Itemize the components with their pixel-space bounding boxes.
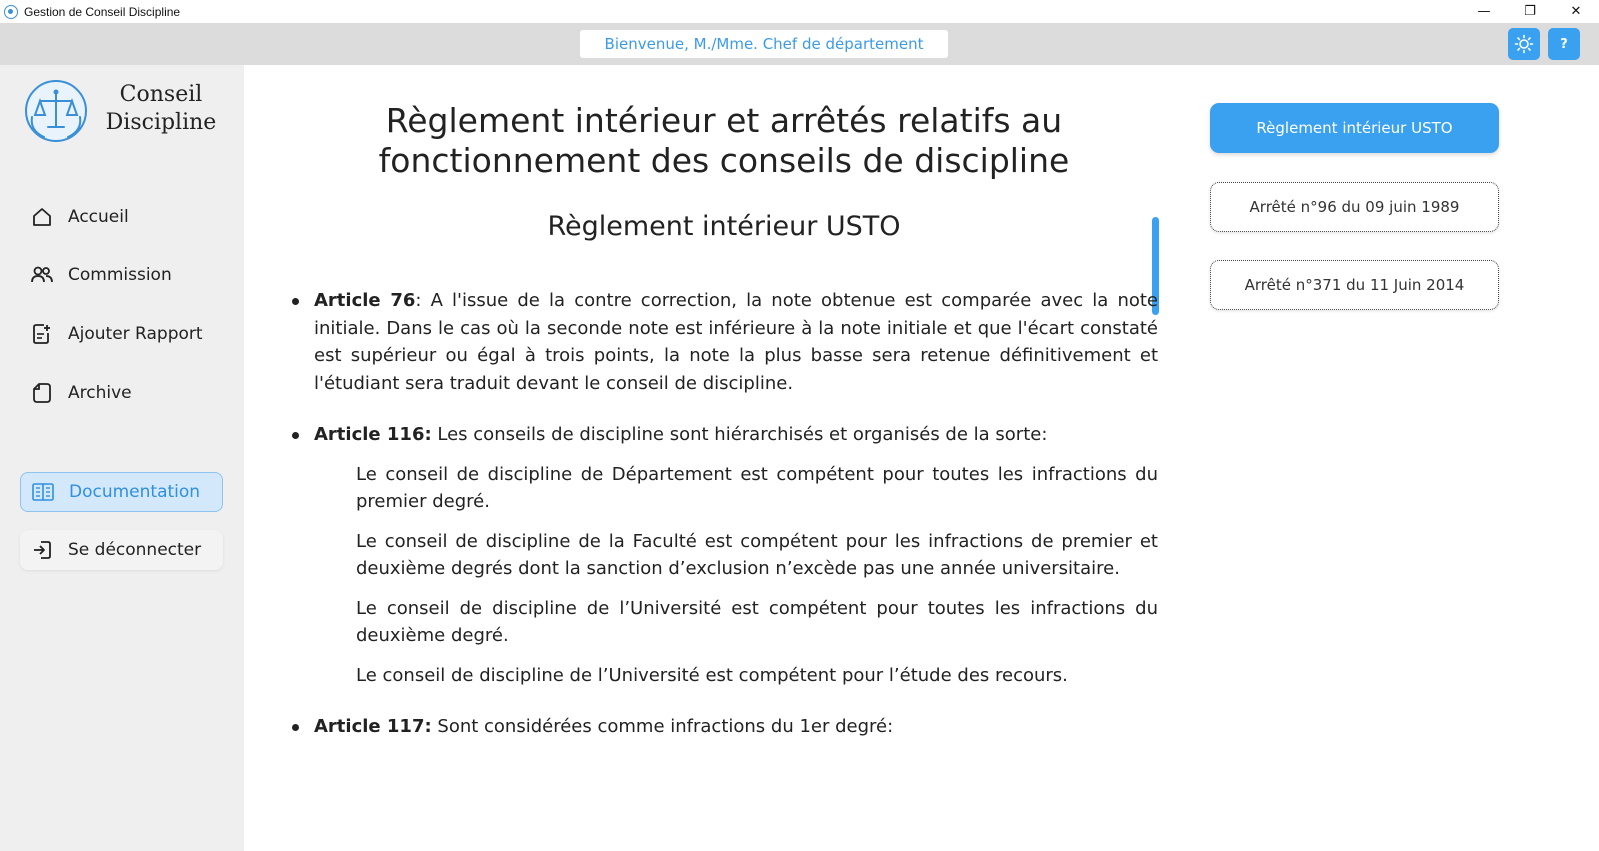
article-name: Article 117: xyxy=(314,716,432,737)
logout-icon xyxy=(30,538,54,562)
article-item: Article 117: Sont considérées comme infr… xyxy=(288,713,1158,741)
minimize-button[interactable]: — xyxy=(1461,0,1507,23)
sidebar: Conseil Discipline Accueil Commission Aj… xyxy=(0,65,244,851)
archive-icon xyxy=(30,381,54,405)
sidebar-item-label: Commission xyxy=(68,265,172,285)
add-report-icon xyxy=(30,322,54,346)
sidebar-item-accueil[interactable]: Accueil xyxy=(20,197,223,237)
theme-toggle-button[interactable] xyxy=(1508,28,1540,60)
logo-text: Conseil Discipline xyxy=(96,81,226,137)
article-text: : A l'issue de la contre correction, la … xyxy=(314,290,1158,394)
sidebar-item-label: Documentation xyxy=(69,482,201,502)
article-text: Les conseils de discipline sont hiérarch… xyxy=(431,424,1048,445)
article-subsection: Le conseil de discipline de Département … xyxy=(314,461,1158,690)
sun-icon xyxy=(1514,34,1534,54)
sidebar-item-label: Archive xyxy=(68,383,132,403)
article-paragraph: Le conseil de discipline de l’Université… xyxy=(356,664,1068,686)
sidebar-item-label: Ajouter Rapport xyxy=(68,324,203,344)
window-titlebar: Gestion de Conseil Discipline — ❐ ✕ xyxy=(0,0,1599,23)
logout-button[interactable]: Se déconnecter xyxy=(20,530,223,570)
sidebar-item-label: Accueil xyxy=(68,207,129,227)
sidebar-item-archive[interactable]: Archive xyxy=(20,373,223,413)
article-paragraph: Le conseil de discipline de Département … xyxy=(356,463,1158,513)
logo-line-2: Discipline xyxy=(105,110,217,135)
scales-of-justice-logo xyxy=(25,80,87,142)
document-title: Règlement intérieur USTO xyxy=(547,211,901,242)
document-button-arrete-96[interactable]: Arrêté n°96 du 09 juin 1989 xyxy=(1210,182,1499,232)
window-controls: — ❐ ✕ xyxy=(1461,0,1599,23)
home-icon xyxy=(30,205,54,229)
article-item: Article 76: A l'issue de la contre corre… xyxy=(288,287,1158,397)
logo-line-1: Conseil xyxy=(119,82,203,107)
sidebar-item-ajouter-rapport[interactable]: Ajouter Rapport xyxy=(20,314,223,354)
page-title-line-2: fonctionnement des conseils de disciplin… xyxy=(378,141,1070,180)
page-title-line-1: Règlement intérieur et arrêtés relatifs … xyxy=(385,101,1063,140)
article-text: Sont considérées comme infractions du 1e… xyxy=(431,716,894,737)
document-body[interactable]: Article 76: A l'issue de la contre corre… xyxy=(288,287,1158,805)
welcome-banner: Bienvenue, M./Mme. Chef de département xyxy=(580,30,948,58)
article-name: Article 116: xyxy=(314,424,432,445)
sidebar-item-commission[interactable]: Commission xyxy=(20,255,223,295)
article-paragraph: Le conseil de discipline de la Faculté e… xyxy=(356,530,1158,580)
book-icon xyxy=(31,480,55,504)
document-button-arrete-371[interactable]: Arrêté n°371 du 11 Juin 2014 xyxy=(1210,260,1499,310)
header-bar: Bienvenue, M./Mme. Chef de département ? xyxy=(0,23,1599,65)
article-paragraph: Le conseil de discipline de l’Université… xyxy=(356,597,1158,647)
users-icon xyxy=(30,263,54,287)
help-button[interactable]: ? xyxy=(1548,28,1580,60)
close-button[interactable]: ✕ xyxy=(1553,0,1599,23)
window-title: Gestion de Conseil Discipline xyxy=(24,4,181,19)
article-item: Article 116: Les conseils de discipline … xyxy=(288,421,1158,689)
restore-button[interactable]: ❐ xyxy=(1507,0,1553,23)
logout-label: Se déconnecter xyxy=(68,540,202,560)
article-name: Article 76 xyxy=(314,290,416,311)
document-button-reglement-usto[interactable]: Règlement intérieur USTO xyxy=(1210,103,1499,153)
app-icon xyxy=(4,4,18,19)
sidebar-item-documentation[interactable]: Documentation xyxy=(20,472,223,512)
page-title: Règlement intérieur et arrêtés relatifs … xyxy=(304,101,1144,181)
